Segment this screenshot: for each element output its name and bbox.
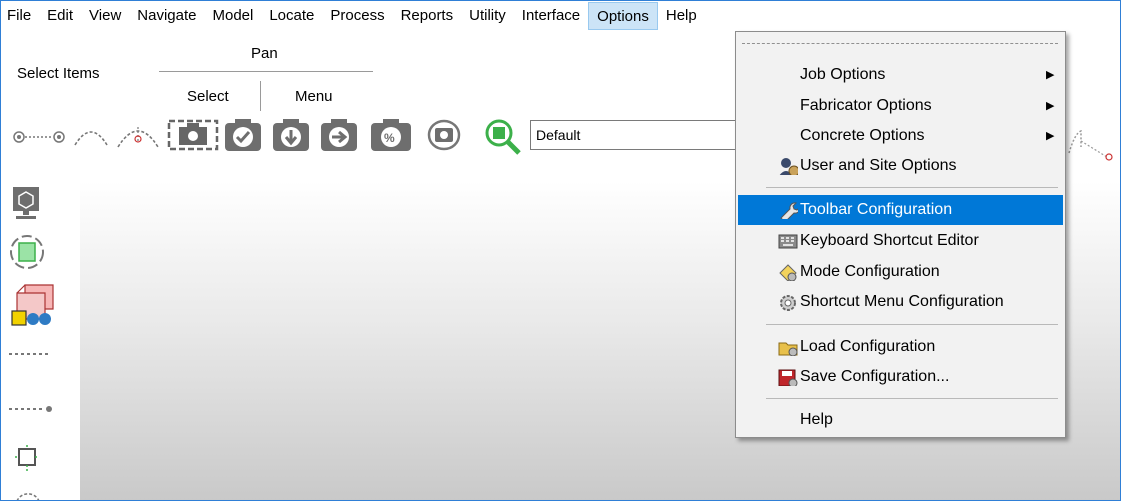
menu-view[interactable]: View	[81, 1, 129, 31]
menu-utility[interactable]: Utility	[461, 1, 514, 31]
concrete-options-label: Concrete Options	[800, 127, 925, 144]
toolbar-divider	[159, 71, 373, 72]
material-cube-icon[interactable]	[9, 281, 61, 333]
menu-separator	[766, 187, 1058, 188]
view-combo[interactable]: Default	[530, 120, 740, 150]
wrench-icon	[780, 202, 798, 219]
menu-reports[interactable]: Reports	[393, 1, 462, 31]
monitor-cube-icon[interactable]	[11, 185, 41, 223]
load-folder-icon	[778, 342, 798, 356]
shortcut-menu-configuration-label: Shortcut Menu Configuration	[800, 293, 1004, 310]
svg-text:%: %	[384, 131, 395, 145]
menu-item-job-options[interactable]: Job Options ▶	[738, 60, 1063, 90]
gear-shortcut-icon	[780, 295, 796, 311]
menu-file[interactable]: File	[1, 1, 39, 31]
camera-frame-icon[interactable]	[167, 117, 219, 151]
user-gear-icon	[779, 158, 798, 175]
check-camera-icon[interactable]	[223, 117, 263, 153]
help-label: Help	[800, 411, 833, 428]
right-camera-icon[interactable]	[319, 117, 359, 153]
keyboard-icon	[778, 234, 798, 249]
dashed-line-icon[interactable]	[7, 349, 51, 359]
toolbar-separator	[260, 81, 261, 111]
menu-bar: File Edit View Navigate Model Locate Pro…	[1, 1, 1120, 31]
zoom-icon[interactable]	[483, 117, 523, 155]
arc-icon[interactable]	[71, 121, 111, 151]
menu-locate[interactable]: Locate	[261, 1, 322, 31]
partial-points-icon	[1068, 129, 1113, 161]
left-toolbar	[1, 181, 103, 501]
menu-separator	[766, 398, 1058, 399]
mode-icon	[779, 264, 797, 281]
menu-item-concrete-options[interactable]: Concrete Options ▶	[738, 121, 1063, 151]
menu-item-fabricator-options[interactable]: Fabricator Options ▶	[738, 91, 1063, 121]
partial-circle-icon	[16, 493, 40, 501]
menu-navigate[interactable]: Navigate	[129, 1, 204, 31]
save-configuration-label: Save Configuration...	[800, 368, 950, 385]
tear-off-line[interactable]	[742, 43, 1058, 44]
menu-item-load-configuration[interactable]: Load Configuration	[738, 332, 1063, 362]
menu-help[interactable]: Help	[658, 1, 705, 31]
menu-interface[interactable]: Interface	[514, 1, 588, 31]
mode-configuration-label: Mode Configuration	[800, 263, 940, 280]
select-label: Select	[187, 88, 229, 105]
options-dropdown-menu: Job Options ▶ Fabricator Options ▶ Concr…	[735, 31, 1066, 438]
menu-label: Menu	[295, 88, 333, 105]
dashed-point-line-icon[interactable]	[7, 403, 53, 415]
submenu-arrow-icon: ▶	[1046, 130, 1055, 142]
save-disk-icon	[778, 369, 798, 386]
select-items-label: Select Items	[17, 65, 100, 82]
select-box-icon[interactable]	[13, 443, 43, 475]
menu-separator	[766, 324, 1058, 325]
line-points-icon[interactable]	[11, 121, 71, 151]
job-options-label: Job Options	[800, 66, 886, 83]
menu-model[interactable]: Model	[204, 1, 261, 31]
fabricator-options-label: Fabricator Options	[800, 97, 932, 114]
menu-process[interactable]: Process	[322, 1, 392, 31]
submenu-arrow-icon: ▶	[1046, 100, 1055, 112]
menu-options[interactable]: Options	[588, 2, 658, 30]
submenu-arrow-icon: ▶	[1046, 69, 1055, 81]
down-camera-icon[interactable]	[271, 117, 311, 153]
menu-item-save-configuration[interactable]: Save Configuration...	[738, 362, 1063, 392]
user-site-options-label: User and Site Options	[800, 157, 957, 174]
menu-item-shortcut-menu-configuration[interactable]: Shortcut Menu Configuration	[738, 287, 1063, 317]
menu-item-toolbar-configuration[interactable]: Toolbar Configuration	[738, 195, 1063, 225]
percent-camera-icon[interactable]: %	[369, 117, 413, 153]
menu-item-help[interactable]: Help	[738, 405, 1063, 435]
pan-label: Pan	[251, 45, 278, 62]
menu-item-user-site-options[interactable]: User and Site Options	[738, 151, 1063, 181]
menu-edit[interactable]: Edit	[39, 1, 81, 31]
rotate-camera-icon[interactable]	[423, 117, 465, 153]
menu-item-keyboard-shortcut-editor[interactable]: Keyboard Shortcut Editor	[738, 226, 1063, 256]
load-configuration-label: Load Configuration	[800, 338, 936, 355]
arc-center-icon[interactable]	[114, 117, 162, 151]
menu-item-mode-configuration[interactable]: Mode Configuration	[738, 257, 1063, 287]
toolbar-configuration-label: Toolbar Configuration	[800, 201, 953, 218]
keyboard-shortcut-editor-label: Keyboard Shortcut Editor	[800, 232, 979, 249]
rotate-cube-icon[interactable]	[7, 231, 47, 273]
